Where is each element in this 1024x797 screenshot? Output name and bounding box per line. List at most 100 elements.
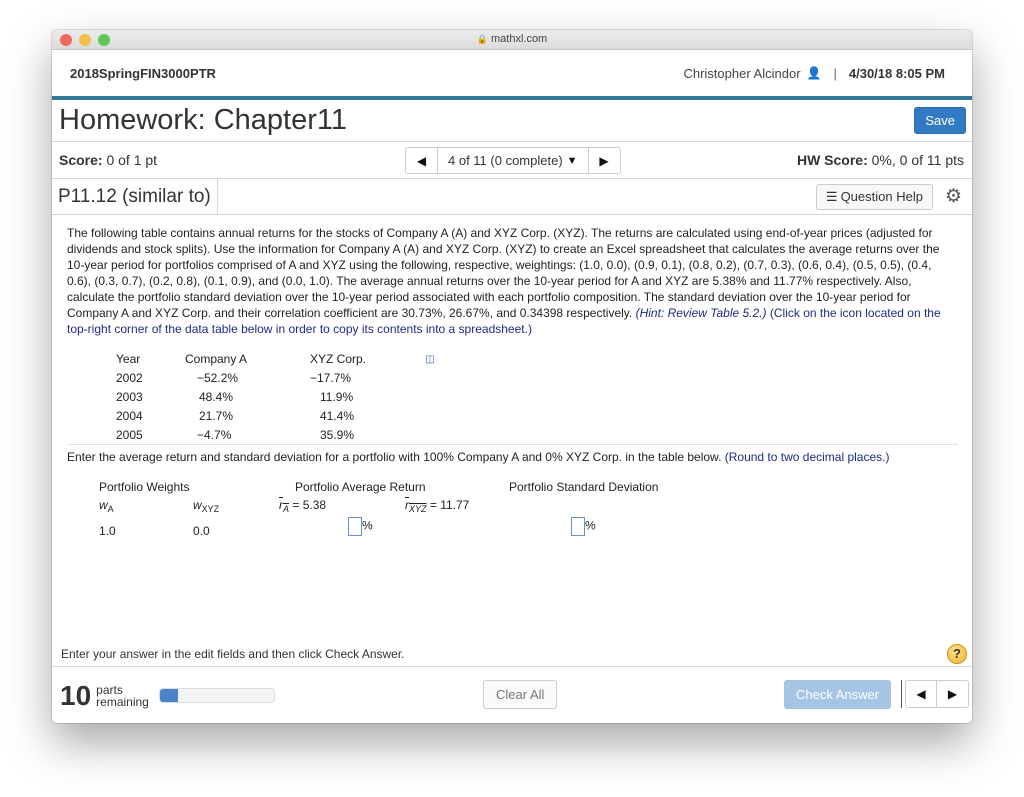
hw-score-value: 0%, 0 of 11 pts (867, 152, 964, 168)
return-xyz-label: rXYZ = 11.77 (405, 497, 469, 517)
score-row: Score: 0 of 1 pt ◀ 4 of 11 (0 complete) ▼… (52, 142, 972, 179)
question-text: The following table contains annual retu… (67, 225, 956, 337)
r-bar-a: rA (279, 498, 289, 514)
w-sub-a: A (107, 504, 114, 514)
parts-count: 10 (60, 679, 92, 711)
user-name[interactable]: Christopher Alcindor (683, 66, 800, 81)
portfolio-answer-table: Portfolio Weights Portfolio Average Retu… (67, 465, 956, 575)
list-icon: ☰ (825, 188, 838, 204)
std-dev-input[interactable] (571, 517, 585, 536)
xyz-cell: 35.9% (320, 427, 355, 442)
bottom-bar: 10 parts remaining Clear All Check Answer… (52, 668, 972, 723)
weight-xyz-label: wXYZ (193, 497, 219, 517)
problem-id: P11.12 (similar to) (52, 179, 218, 214)
company-a-cell: −52.2% (197, 370, 239, 385)
std-dev-answer: % (571, 517, 596, 536)
score-label: Score: (59, 152, 103, 168)
gear-icon[interactable]: ⚙ (945, 185, 962, 208)
round-note: (Round to two decimal places.) (724, 450, 890, 464)
browser-titlebar: 🔒 mathxl.com (52, 30, 972, 50)
url-text: mathxl.com (490, 33, 548, 45)
r-bar-xyz: rXYZ (405, 498, 427, 514)
w-sub-xyz: XYZ (201, 504, 220, 514)
browser-window: 🔒 mathxl.com 2018SpringFIN3000PTR Christo… (52, 30, 972, 723)
w-symbol: w (99, 498, 108, 512)
question-content: The following table contains annual retu… (52, 215, 972, 575)
divider (901, 680, 902, 708)
year-cell: 2005 (116, 427, 143, 442)
avg-return-header: Portfolio Average Return (295, 480, 426, 494)
previous-question-button[interactable]: ◀ (406, 148, 438, 173)
caret-down-icon: ▼ (566, 154, 578, 167)
company-a-cell: 48.4% (199, 389, 234, 404)
copy-icon: ◫ (425, 353, 435, 365)
hw-score-label: HW Score: (796, 152, 868, 168)
return-xyz-value: = 11.77 (426, 498, 470, 512)
problem-tools: ☰ Question Help ⚙ (815, 183, 972, 210)
xyz-cell: 41.4% (320, 408, 355, 423)
instruction: Enter the average return and standard de… (67, 449, 956, 465)
table-row: 2003 48.4% 11.9% (116, 387, 445, 406)
save-button[interactable]: Save (914, 107, 966, 134)
help-icon[interactable]: ? (947, 643, 967, 664)
company-a-cell: 21.7% (199, 408, 234, 423)
question-selector-label: 4 of 11 (0 complete) (448, 153, 563, 168)
user-area: Christopher Alcindor 👤 | 4/30/18 8:05 PM (683, 66, 945, 81)
footer-note-text: Enter your answer in the edit fields and… (61, 646, 405, 661)
person-icon: 👤 (806, 66, 822, 80)
part-navigator: ◀ ▶ (905, 680, 969, 708)
course-header: 2018SpringFIN3000PTR Christopher Alcindo… (52, 50, 972, 96)
w-symbol: w (193, 498, 202, 512)
clear-all-button[interactable]: Clear All (483, 680, 558, 709)
page-title: Homework: Chapter11 (59, 104, 347, 136)
parts-progress-bar (158, 688, 275, 703)
homework-title-row: Homework: Chapter11 Save (52, 100, 972, 142)
lock-icon: 🔒 (476, 34, 488, 44)
problem-row: P11.12 (similar to) ☰ Question Help ⚙ (52, 179, 972, 215)
question-selector[interactable]: 4 of 11 (0 complete) ▼ (438, 148, 588, 173)
hw-score: HW Score: 0%, 0 of 11 pts (797, 152, 964, 168)
instruction-text: Enter the average return and standard de… (67, 450, 725, 464)
next-question-button[interactable]: ▶ (587, 148, 620, 173)
returns-table: Year Company A XYZ Corp. ◫ 2002 −52.2% −… (116, 349, 445, 444)
score-value: 0 of 1 pt (102, 152, 158, 168)
table-row: 2002 −52.2% −17.7% (116, 368, 445, 387)
year-cell: 2004 (116, 408, 143, 423)
footer-instructions: Enter your answer in the edit fields and… (52, 641, 972, 667)
weight-xyz-value: 0.0 (193, 524, 210, 538)
company-a-cell: −4.7% (197, 427, 232, 442)
header-separator: | (833, 65, 837, 81)
datetime: 4/30/18 8:05 PM (848, 65, 945, 81)
parts-label: parts remaining (96, 684, 149, 708)
avg-return-input[interactable] (348, 517, 362, 536)
return-a-value: = 5.38 (289, 498, 327, 512)
year-cell: 2003 (116, 389, 143, 404)
hint-text: (Hint: Review Table 5.2.) (635, 306, 767, 320)
url-bar[interactable]: 🔒 mathxl.com (52, 33, 972, 45)
std-dev-header: Portfolio Standard Deviation (509, 480, 659, 494)
column-header: Year (116, 351, 141, 366)
question-help-button[interactable]: ☰ Question Help (815, 183, 933, 210)
column-header: Company A (185, 351, 248, 366)
previous-part-button[interactable]: ◀ (906, 681, 937, 707)
table-row: 2005 −4.7% 35.9% (116, 425, 445, 444)
course-name: 2018SpringFIN3000PTR (70, 65, 216, 81)
weights-header: Portfolio Weights (99, 480, 190, 494)
table-row: 2004 21.7% 41.4% (116, 406, 445, 425)
next-part-button[interactable]: ▶ (937, 681, 968, 707)
xyz-cell: −17.7% (310, 370, 352, 385)
parts-label-line2: remaining (96, 694, 149, 709)
year-cell: 2002 (116, 370, 143, 385)
xyz-cell: 11.9% (320, 389, 354, 404)
avg-return-answer: % (348, 517, 373, 536)
progress-fill (159, 689, 179, 702)
percent-sign: % (585, 518, 596, 533)
copy-table-button[interactable]: ◫ (415, 349, 445, 368)
check-answer-button[interactable]: Check Answer (784, 680, 892, 709)
return-a-label: rA = 5.38 (279, 497, 326, 517)
question-navigator: ◀ 4 of 11 (0 complete) ▼ ▶ (405, 147, 621, 174)
divider (67, 444, 958, 445)
r-sub-xyz: XYZ (409, 504, 427, 514)
percent-sign: % (362, 518, 373, 533)
weight-a-value: 1.0 (99, 524, 116, 538)
